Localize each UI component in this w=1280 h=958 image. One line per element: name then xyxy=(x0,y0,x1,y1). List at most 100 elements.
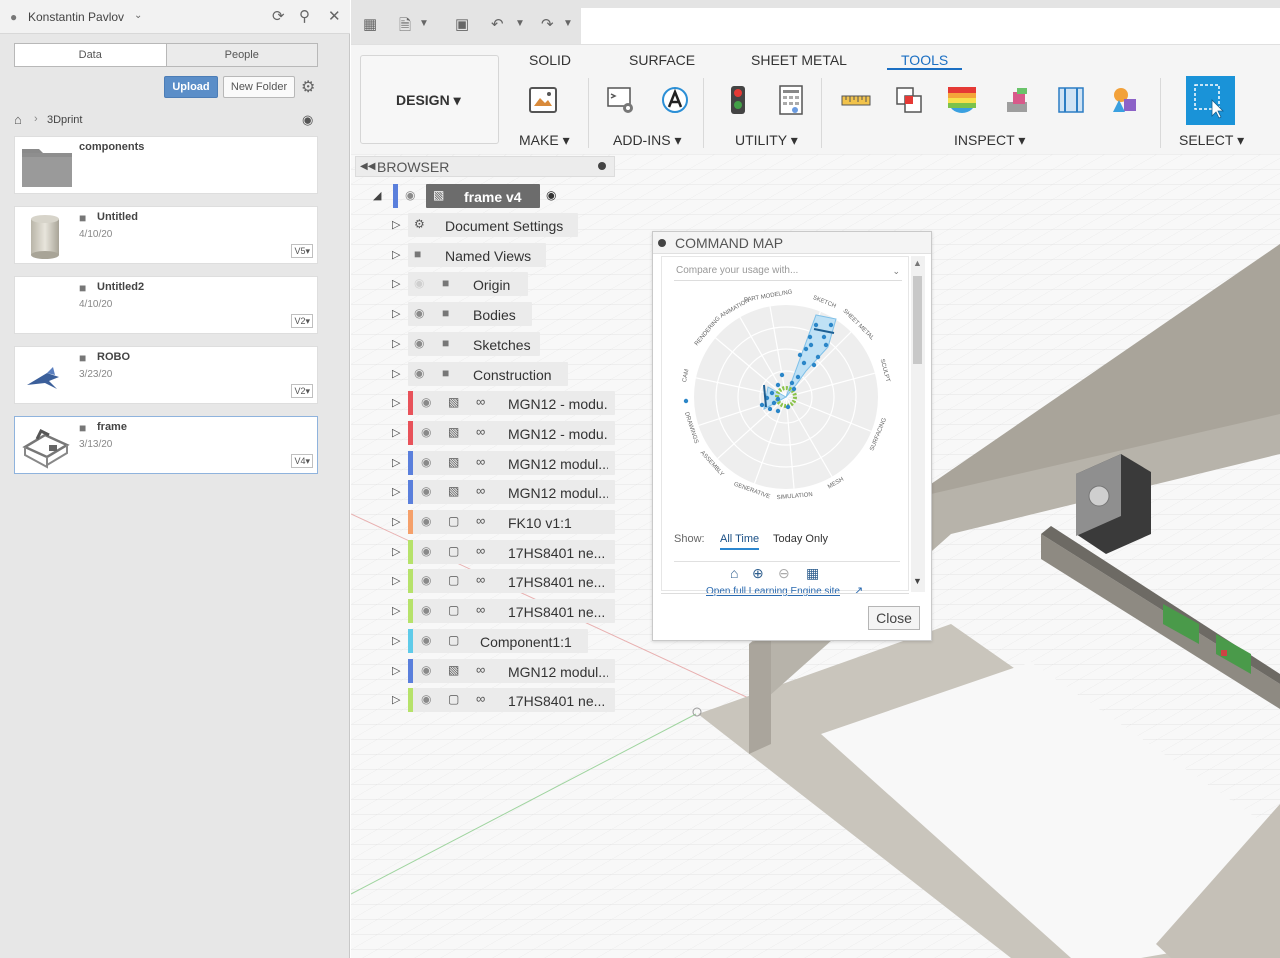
draft-analysis-icon[interactable] xyxy=(1001,84,1033,116)
browser-item[interactable]: ▷ ◉ ■ Construction xyxy=(392,362,578,386)
close-icon[interactable]: ✕ xyxy=(328,7,341,25)
browser-item[interactable]: ▷ ◉ ▧ ∞ MGN12 - modu... xyxy=(392,421,615,445)
scrollbar-thumb[interactable] xyxy=(913,276,922,364)
file-card[interactable]: ■ Untitled2 4/10/20 V2▾ xyxy=(14,276,318,334)
redo-icon[interactable]: ↷ xyxy=(541,15,554,33)
3d-print-icon[interactable] xyxy=(527,84,559,116)
file-card[interactable]: ■ Untitled 4/10/20 V5▾ xyxy=(14,206,318,264)
option-today-only[interactable]: Today Only xyxy=(773,533,828,545)
tab-surface[interactable]: SURFACE xyxy=(629,52,695,68)
upload-button[interactable]: Upload xyxy=(164,76,218,98)
select-tool-button[interactable] xyxy=(1186,76,1235,125)
folder-card[interactable]: components xyxy=(14,136,318,194)
visibility-eye-icon[interactable]: ◉ xyxy=(414,366,424,380)
breadcrumb-label[interactable]: 3Dprint xyxy=(47,114,82,126)
visibility-eye-icon[interactable]: ◉ xyxy=(414,306,424,320)
scroll-up-icon[interactable]: ▲ xyxy=(913,258,922,268)
user-name[interactable]: Konstantin Pavlov xyxy=(28,10,124,24)
expand-triangle-icon[interactable]: ▷ xyxy=(392,515,400,528)
grid-view-icon[interactable]: ▦ xyxy=(806,565,819,582)
browser-item[interactable]: ▷ ◉ ▧ ∞ MGN12 - modu... xyxy=(392,391,615,415)
visibility-eye-icon[interactable]: ◉ xyxy=(421,425,431,439)
grid-menu-icon[interactable]: ▦ xyxy=(363,15,377,33)
zoom-out-icon[interactable]: ⊖ xyxy=(778,565,790,582)
browser-root[interactable]: ◢ ◉ ▧ frame v4 ◉ xyxy=(373,184,573,208)
compare-dropdown[interactable]: Compare your usage with... ⌄ xyxy=(674,261,902,281)
expand-triangle-icon[interactable]: ▷ xyxy=(392,574,400,587)
autodesk-app-store-icon[interactable] xyxy=(659,84,691,116)
browser-item[interactable]: ▷ ◉ ▢ ∞ 17HS8401 ne... xyxy=(392,540,615,564)
version-badge[interactable]: V4▾ xyxy=(291,454,313,468)
browser-item[interactable]: ▷ ◉ ▢ ∞ 17HS8401 ne... xyxy=(392,599,615,623)
expand-triangle-icon[interactable]: ▷ xyxy=(392,426,400,439)
chevron-down-icon[interactable]: ▼ xyxy=(515,18,525,29)
globe-icon[interactable]: ◉ xyxy=(302,112,313,128)
expand-triangle-icon[interactable]: ▷ xyxy=(392,604,400,617)
save-icon[interactable]: ▣ xyxy=(455,15,469,33)
browser-item[interactable]: ▷ ◉ ■ Origin xyxy=(392,272,578,296)
home-icon[interactable]: ⌂ xyxy=(14,112,22,127)
file-card-selected[interactable]: ■ frame 3/13/20 V4▾ xyxy=(14,416,318,474)
browser-item[interactable]: ▷ ◉ ▧ ∞ MGN12 modul... xyxy=(392,451,615,475)
browser-item[interactable]: ▷ ◉ ▢ ∞ 17HS8401 ne... xyxy=(392,688,615,712)
browser-item[interactable]: ▷ ◉ ■ Bodies xyxy=(392,302,578,326)
collapse-icon[interactable]: ◀◀ xyxy=(360,161,375,172)
pin-dot-icon[interactable] xyxy=(598,162,606,170)
scrollbar[interactable]: ▲ ▼ xyxy=(911,256,925,592)
expand-triangle-icon[interactable]: ▷ xyxy=(392,664,400,677)
expand-triangle-icon[interactable]: ▷ xyxy=(392,277,400,290)
visibility-eye-icon[interactable]: ◉ xyxy=(421,663,431,677)
expand-triangle-icon[interactable]: ▷ xyxy=(392,693,400,706)
chevron-down-icon[interactable]: ▼ xyxy=(563,18,573,29)
command-map-header[interactable]: COMMAND MAP xyxy=(653,232,931,254)
expand-triangle-icon[interactable]: ▷ xyxy=(392,634,400,647)
tab-solid[interactable]: SOLID xyxy=(529,52,571,68)
visibility-eye-icon[interactable]: ◉ xyxy=(421,514,431,528)
visibility-eye-icon[interactable]: ◉ xyxy=(421,484,431,498)
expand-triangle-icon[interactable]: ▷ xyxy=(392,545,400,558)
file-card[interactable]: ■ ROBO 3/23/20 V2▾ xyxy=(14,346,318,404)
group-inspect[interactable]: INSPECT ▾ xyxy=(954,132,1025,149)
expand-triangle-icon[interactable]: ▷ xyxy=(392,337,400,350)
expand-triangle-icon[interactable]: ▷ xyxy=(392,396,400,409)
browser-item[interactable]: ▷ ◉ ▢ ∞ FK10 v1:1 xyxy=(392,510,615,534)
zoom-in-icon[interactable]: ⊕ xyxy=(752,565,764,582)
scripts-addins-icon[interactable] xyxy=(606,84,638,116)
undo-icon[interactable]: ↶ xyxy=(491,15,504,33)
browser-item[interactable]: ▷ ◉ ▢ ∞ 17HS8401 ne... xyxy=(392,569,615,593)
scroll-down-icon[interactable]: ▼ xyxy=(913,576,922,586)
browser-item[interactable]: ▷ ◉ ■ Sketches xyxy=(392,332,578,356)
version-badge[interactable]: V2▾ xyxy=(291,384,313,398)
visibility-eye-icon[interactable]: ◉ xyxy=(421,692,431,706)
visibility-eye-icon[interactable]: ◉ xyxy=(421,455,431,469)
expand-triangle-icon[interactable]: ▷ xyxy=(392,367,400,380)
external-link-icon[interactable]: ↗ xyxy=(854,584,863,597)
expand-triangle-icon[interactable]: ▷ xyxy=(392,307,400,320)
home-icon[interactable]: ⌂ xyxy=(730,565,738,581)
expand-triangle-icon[interactable]: ▷ xyxy=(392,485,400,498)
group-make[interactable]: MAKE ▾ xyxy=(519,132,570,149)
tab-people[interactable]: People xyxy=(165,44,317,66)
version-badge[interactable]: V5▾ xyxy=(291,244,313,258)
tab-sheet-metal[interactable]: SHEET METAL xyxy=(751,52,847,68)
expand-triangle-icon[interactable]: ▷ xyxy=(392,248,400,261)
tab-data[interactable]: Data xyxy=(15,44,166,66)
option-all-time[interactable]: All Time xyxy=(720,533,760,550)
visibility-eye-icon[interactable]: ◉ xyxy=(405,188,415,202)
learning-engine-link[interactable]: Open full Learning Engine site xyxy=(706,586,840,597)
browser-item[interactable]: ▷ ■ Named Views xyxy=(392,243,578,267)
visibility-eye-icon[interactable]: ◉ xyxy=(421,544,431,558)
search-icon[interactable]: ⚲ xyxy=(299,7,310,25)
section-analysis-icon[interactable] xyxy=(1055,84,1087,116)
visibility-eye-icon[interactable]: ◉ xyxy=(421,395,431,409)
change-parameters-icon[interactable] xyxy=(775,84,807,116)
hidden-eye-icon[interactable]: ◉ xyxy=(414,276,424,290)
refresh-icon[interactable]: ⟳ xyxy=(272,7,285,25)
expand-triangle-icon[interactable]: ▷ xyxy=(392,218,400,231)
activate-radio-icon[interactable]: ◉ xyxy=(546,188,556,202)
pin-dot-icon[interactable] xyxy=(658,239,666,247)
visibility-eye-icon[interactable]: ◉ xyxy=(421,573,431,587)
browser-item[interactable]: ▷ ◉ ▧ ∞ MGN12 modul... xyxy=(392,659,615,683)
browser-item[interactable]: ▷ ◉ ▢ Component1:1 xyxy=(392,629,615,653)
workspace-switcher[interactable]: DESIGN ▾ xyxy=(360,55,499,144)
